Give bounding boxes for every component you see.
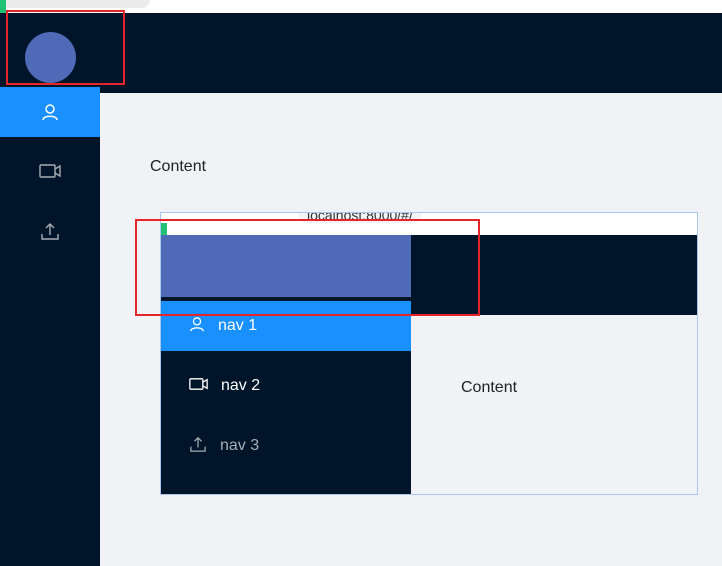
highlight-box-logo [135,219,480,316]
highlight-box-avatar [6,10,125,85]
embedded-sidebar: nav 1 nav 2 nav 3 [161,301,411,494]
content-label: Content [150,158,207,175]
embedded-nav-item-2[interactable]: nav 2 [161,361,411,411]
embedded-nav-label: nav 3 [220,437,260,454]
browser-tab-edge [0,0,150,8]
sidebar-item-video[interactable] [0,146,100,196]
video-camera-icon [189,377,208,396]
embedded-nav-label: nav 1 [218,317,258,334]
user-icon [189,316,205,337]
upload-icon [189,436,207,457]
embedded-nav-label: nav 2 [221,377,261,394]
embedded-content-label: Content [461,379,518,396]
sidebar-item-upload[interactable] [0,206,100,256]
embedded-nav-item-3[interactable]: nav 3 [161,421,411,471]
user-icon [41,103,59,121]
upload-icon [40,222,60,240]
video-camera-icon [39,163,61,179]
sidebar [0,87,100,566]
sidebar-item-user[interactable] [0,87,100,137]
